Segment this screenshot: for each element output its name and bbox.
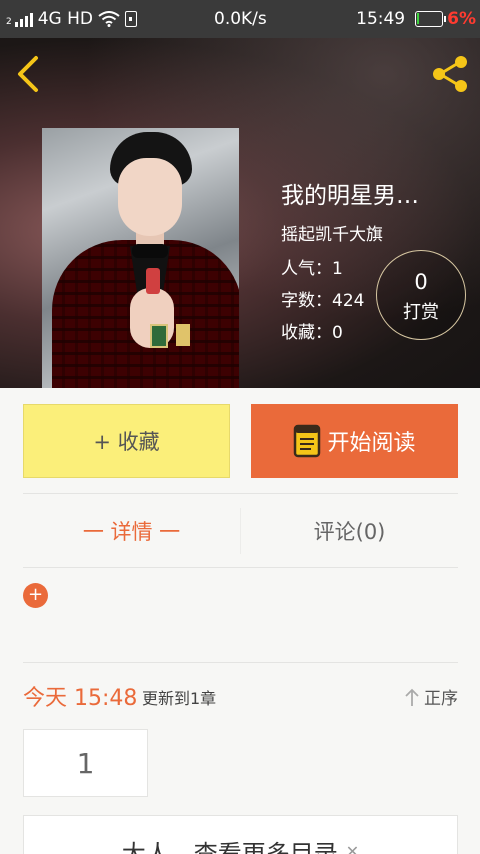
collect-button[interactable]: + 收藏 <box>23 404 230 478</box>
more-chapters-button[interactable]: 大人，查看更多目录 ✕ <box>23 815 458 854</box>
chevron-down-icon: ✕ <box>345 842 360 854</box>
arrow-up-icon <box>405 688 419 706</box>
favorites-stat: 收藏：0 <box>281 323 343 343</box>
signal-icon: 2 <box>6 11 33 27</box>
cover-face <box>118 158 182 236</box>
back-button[interactable] <box>12 54 46 94</box>
start-reading-label: 开始阅读 <box>327 431 416 456</box>
expand-intro-button[interactable]: + <box>23 583 48 608</box>
start-reading-button[interactable]: 开始阅读 <box>251 404 458 478</box>
book-author[interactable]: 摇起凯千大旗 <box>281 220 383 245</box>
book-detail-page: 2 4G HD 0.0K/s 15:49 6% 我的明星男… 摇起凯千大旗 人气… <box>0 0 480 854</box>
chapter-number: 1 <box>76 746 95 780</box>
book-icon <box>294 424 321 458</box>
tab-details[interactable]: 一 详情 一 <box>23 496 240 566</box>
book-title: 我的明星男… <box>281 183 419 209</box>
divider <box>23 567 458 568</box>
network-label: 4G HD <box>37 9 94 29</box>
chapter-item[interactable]: 1 <box>23 729 148 797</box>
status-right: 15:49 6% <box>356 9 476 29</box>
battery-icon <box>415 11 447 27</box>
reward-label: 打赏 <box>403 302 439 323</box>
book-header: 我的明星男… 摇起凯千大旗 人气：1 字数：424 收藏：0 0 打赏 <box>0 38 480 388</box>
battery-percent: 6% <box>447 9 476 29</box>
net-speed: 0.0K/s <box>214 9 267 29</box>
status-bar: 2 4G HD 0.0K/s 15:49 6% <box>0 0 480 38</box>
word-count-stat: 字数：424 <box>281 291 365 311</box>
share-button[interactable] <box>430 54 470 94</box>
wifi-icon <box>98 11 120 27</box>
divider <box>23 493 458 494</box>
book-cover-image[interactable] <box>42 128 239 388</box>
update-time: 今天 15:48 <box>23 686 138 711</box>
popularity-stat: 人气：1 <box>281 259 343 279</box>
reward-button[interactable]: 0 打赏 <box>376 250 466 340</box>
more-chapters-label: 大人，查看更多目录 <box>121 840 338 854</box>
reward-count: 0 <box>414 270 428 294</box>
divider <box>23 662 458 663</box>
detail-tabs: 一 详情 一 评论(0) <box>23 496 458 566</box>
update-text: 更新到1章 <box>142 689 217 708</box>
sort-label: 正序 <box>424 689 458 709</box>
sim-slot-label: 2 <box>6 17 12 27</box>
status-left: 2 4G HD <box>6 9 138 29</box>
sort-toggle[interactable]: 正序 <box>404 684 458 709</box>
update-info: 今天 15:48 更新到1章 正序 <box>23 680 458 712</box>
collect-button-label: + 收藏 <box>93 430 160 454</box>
clock: 15:49 <box>356 9 406 29</box>
cover-bowtie <box>132 244 168 258</box>
sd-card-icon <box>125 11 138 27</box>
tab-comments[interactable]: 评论(0) <box>241 496 458 566</box>
